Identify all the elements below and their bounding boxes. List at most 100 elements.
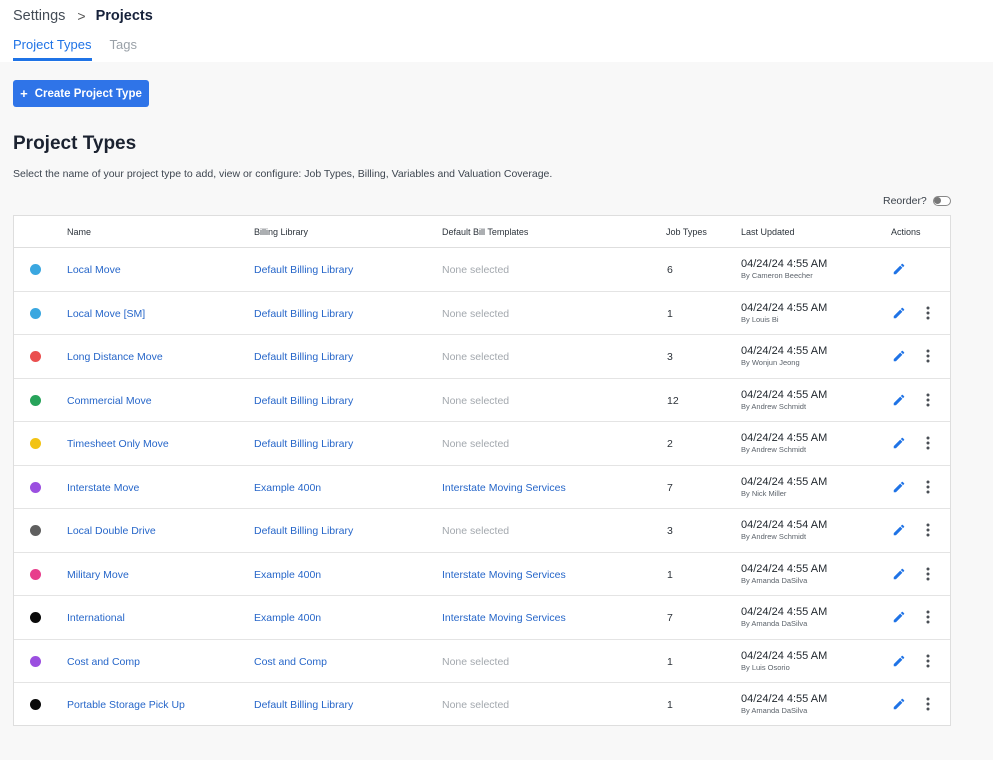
tab-project-types[interactable]: Project Types xyxy=(13,37,92,61)
default-bill-template[interactable]: Interstate Moving Services xyxy=(442,482,566,494)
reorder-toggle[interactable] xyxy=(932,196,951,206)
more-vertical-icon[interactable] xyxy=(924,654,932,668)
page-subtitle: Select the name of your project type to … xyxy=(13,168,553,180)
table-row: Local Move [SM] Default Billing Library No… xyxy=(14,292,950,335)
job-types-count: 3 xyxy=(667,351,673,363)
table-row: Timesheet Only Move Default Billing Libra… xyxy=(14,422,950,466)
project-name-link[interactable]: Timesheet Only Move xyxy=(67,438,169,450)
more-vertical-icon[interactable] xyxy=(924,567,932,581)
more-vertical-icon[interactable] xyxy=(924,349,932,363)
more-vertical-icon[interactable] xyxy=(924,480,932,494)
last-updated-by: By Amanda DaSilva xyxy=(741,575,808,585)
top-bar: Settings > Projects Project Types Tags xyxy=(0,0,993,62)
billing-library-link[interactable]: Default Billing Library xyxy=(254,525,353,537)
default-bill-template[interactable]: Interstate Moving Services xyxy=(442,612,566,624)
billing-library-link[interactable]: Example 400n xyxy=(254,612,321,624)
reorder-label: Reorder? xyxy=(883,195,927,207)
billing-library-link[interactable]: Default Billing Library xyxy=(254,395,353,407)
project-name-link[interactable]: Cost and Comp xyxy=(67,656,140,668)
pencil-icon[interactable] xyxy=(892,393,906,407)
more-vertical-icon[interactable] xyxy=(924,523,932,537)
default-bill-template: None selected xyxy=(442,351,510,363)
billing-library-link[interactable]: Default Billing Library xyxy=(254,699,353,711)
table-row: Portable Storage Pick Up Default Billing … xyxy=(14,683,950,727)
billing-library-link[interactable]: Default Billing Library xyxy=(254,308,353,320)
billing-library-link[interactable]: Cost and Comp xyxy=(254,656,327,668)
last-updated: 04/24/24 4:55 AM By Wonjun Jeong xyxy=(741,345,827,367)
job-types-count: 1 xyxy=(667,655,673,668)
last-updated-date: 04/24/24 4:55 AM xyxy=(741,345,828,357)
project-color-dot xyxy=(30,699,41,710)
plus-icon: + xyxy=(20,86,28,101)
more-vertical-icon[interactable] xyxy=(924,436,932,450)
pencil-icon[interactable] xyxy=(892,480,906,494)
pencil-icon[interactable] xyxy=(892,349,906,363)
last-updated-by: By Amanda DaSilva xyxy=(741,619,808,628)
project-name-link[interactable]: Local Move xyxy=(67,264,121,276)
project-color-dot xyxy=(30,264,41,275)
pencil-icon[interactable] xyxy=(892,654,906,668)
pencil-icon[interactable] xyxy=(892,306,906,320)
tab-tags[interactable]: Tags xyxy=(110,37,137,61)
billing-library-link[interactable]: Default Billing Library xyxy=(254,351,353,363)
table-row: Commercial Move Default Billing Library No… xyxy=(14,379,950,422)
pencil-icon[interactable] xyxy=(892,567,906,581)
default-bill-template: None selected xyxy=(442,699,510,711)
column-header-default-bill-templates: Default Bill Templates xyxy=(442,227,529,237)
table-row: Military Move Example 400n Interstate Movi… xyxy=(14,553,950,596)
last-updated-by: By Louis Bi xyxy=(741,314,779,324)
billing-library-link[interactable]: Example 400n xyxy=(254,569,321,581)
pencil-icon[interactable] xyxy=(892,697,906,711)
last-updated-date: 04/24/24 4:55 AM xyxy=(741,388,828,401)
project-color-dot xyxy=(30,438,41,449)
project-name-link[interactable]: Interstate Move xyxy=(67,482,139,494)
last-updated-date: 04/24/24 4:55 AM xyxy=(741,301,828,314)
create-project-type-button[interactable]: + Create Project Type xyxy=(13,80,149,107)
last-updated-by: By Amanda DaSilva xyxy=(741,706,808,715)
last-updated-date: 04/24/24 4:55 AM xyxy=(741,562,828,575)
more-vertical-icon[interactable] xyxy=(924,610,932,624)
project-name-link[interactable]: Long Distance Move xyxy=(67,351,163,363)
project-name-link[interactable]: Commercial Move xyxy=(67,395,152,407)
pencil-icon[interactable] xyxy=(892,610,906,624)
project-name-link[interactable]: Military Move xyxy=(67,569,129,581)
column-header-name: Name xyxy=(67,227,92,237)
last-updated: 04/24/24 4:54 AM By Andrew Schmidt xyxy=(741,519,827,541)
last-updated: 04/24/24 4:55 AM By Amanda DaSilva xyxy=(741,606,827,628)
project-name-link[interactable]: Local Double Drive xyxy=(67,525,156,537)
last-updated-date: 04/24/24 4:55 AM xyxy=(741,649,828,662)
pencil-icon[interactable] xyxy=(892,436,906,450)
last-updated-by: By Andrew Schmidt xyxy=(741,401,807,411)
table-row: International Example 400n Interstate Movi… xyxy=(14,596,950,640)
billing-library-link[interactable]: Default Billing Library xyxy=(254,438,353,450)
project-color-dot xyxy=(30,351,41,362)
last-updated: 04/24/24 4:55 AM By Andrew Schmidt xyxy=(741,432,827,454)
pencil-icon[interactable] xyxy=(892,262,906,276)
last-updated: 04/24/24 4:55 AM By Louis Bi xyxy=(741,302,827,324)
project-color-dot xyxy=(30,655,41,667)
project-color-dot xyxy=(30,568,41,580)
breadcrumb: Settings > Projects xyxy=(13,8,153,24)
default-bill-template: None selected xyxy=(442,264,510,276)
default-bill-template: None selected xyxy=(442,525,510,537)
project-types-table: Name Billing Library Default Bill Templa… xyxy=(13,215,951,726)
job-types-count: 3 xyxy=(667,525,673,537)
more-vertical-icon[interactable] xyxy=(924,393,932,407)
last-updated-date: 04/24/24 4:55 AM xyxy=(741,606,828,618)
pencil-icon[interactable] xyxy=(892,523,906,537)
billing-library-link[interactable]: Example 400n xyxy=(254,482,321,494)
reorder-control: Reorder? xyxy=(883,195,951,207)
last-updated: 04/24/24 4:55 AM By Nick Miller xyxy=(741,476,827,498)
last-updated-date: 04/24/24 4:55 AM xyxy=(741,475,828,488)
project-name-link[interactable]: Portable Storage Pick Up xyxy=(67,699,185,711)
more-vertical-icon[interactable] xyxy=(924,697,932,711)
project-name-link[interactable]: International xyxy=(67,612,125,624)
project-name-link[interactable]: Local Move [SM] xyxy=(67,308,145,320)
breadcrumb-settings[interactable]: Settings xyxy=(13,8,65,24)
column-header-actions: Actions xyxy=(891,227,921,237)
last-updated-by: By Andrew Schmidt xyxy=(741,445,807,454)
more-vertical-icon[interactable] xyxy=(924,306,932,320)
default-bill-template[interactable]: Interstate Moving Services xyxy=(442,569,566,581)
page-title: Project Types xyxy=(13,133,137,154)
billing-library-link[interactable]: Default Billing Library xyxy=(254,264,353,276)
